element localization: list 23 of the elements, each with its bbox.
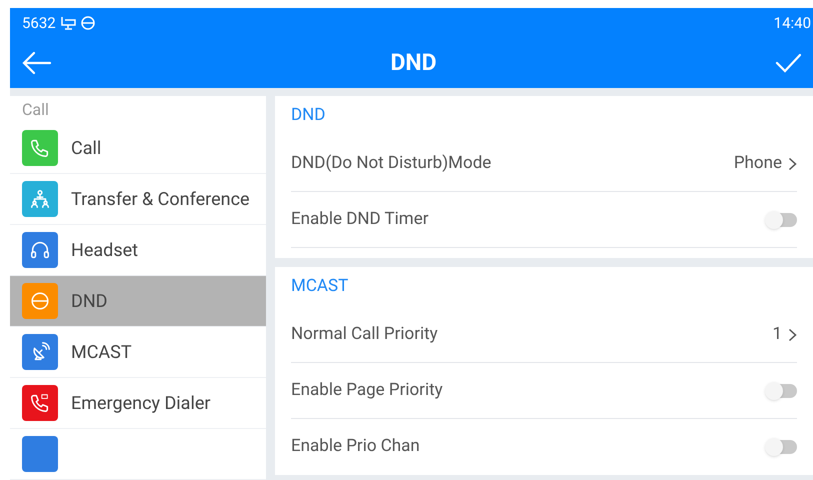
setting-label: DND(Do Not Disturb)Mode [291, 152, 492, 175]
confirm-button[interactable] [775, 53, 801, 73]
chevron-right-icon [788, 156, 797, 170]
back-button[interactable] [22, 51, 52, 75]
setting-value[interactable]: Phone [734, 150, 797, 176]
sidebar-item[interactable]: DND [10, 276, 266, 327]
setting-value[interactable]: 1 [772, 322, 797, 348]
clock-time: 14:40 [774, 12, 811, 34]
setting-label: Enable Page Priority [291, 378, 443, 402]
toggle-switch[interactable] [767, 212, 797, 226]
setting-label: Normal Call Priority [291, 322, 438, 346]
section-title: MCAST [291, 275, 348, 298]
toggle-switch[interactable] [767, 384, 797, 398]
chevron-right-icon [788, 328, 797, 342]
dnd-status-icon [80, 16, 95, 30]
sidebar-heading: Call [22, 98, 49, 120]
setting-label: Enable Prio Chan [291, 435, 420, 458]
setting-label: Enable DND Timer [291, 208, 428, 231]
extension-number: 5632 [22, 12, 56, 34]
toggle-switch[interactable] [767, 440, 797, 454]
page-title: DND [390, 48, 437, 78]
section-title: DND [291, 104, 326, 128]
monitor-icon [60, 16, 76, 30]
